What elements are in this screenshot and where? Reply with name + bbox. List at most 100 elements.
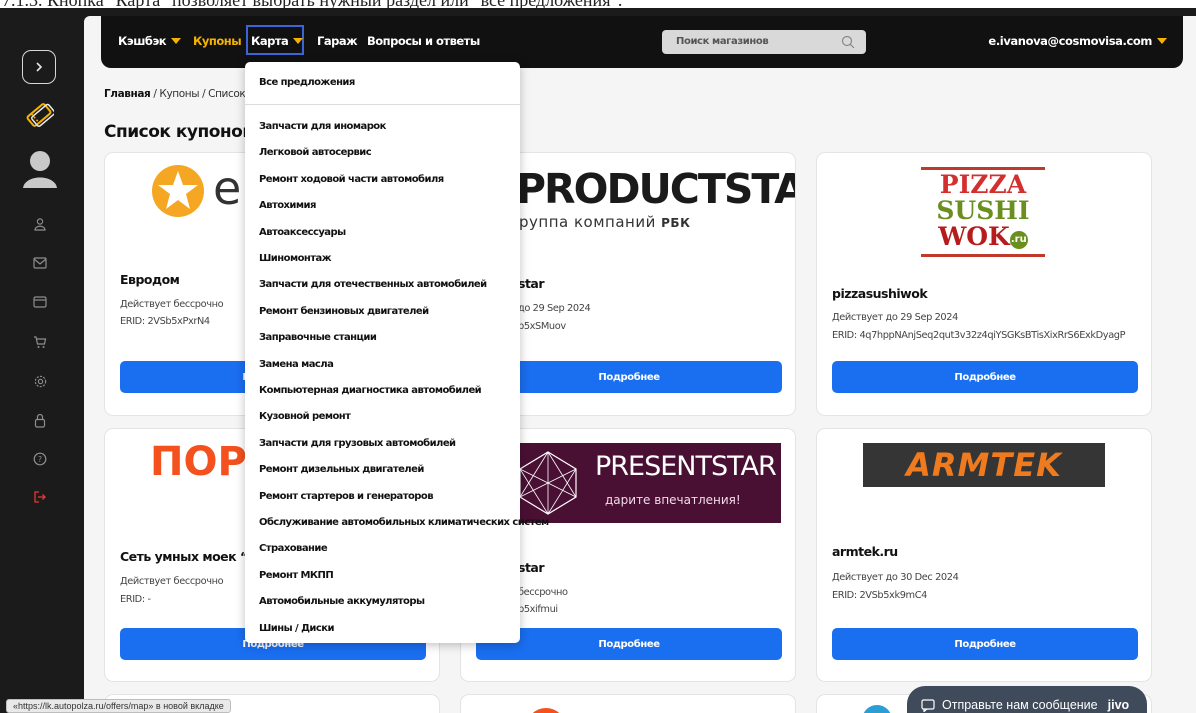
mail-icon[interactable] bbox=[30, 253, 50, 273]
productstar-logo-rbk: РБК bbox=[661, 216, 691, 230]
page-title: Список купонов bbox=[104, 122, 253, 142]
dropdown-category-item[interactable]: Страхование bbox=[259, 543, 328, 554]
pizzasushiwok-logo: PIZZA SUSHI WOK.ru bbox=[921, 167, 1045, 257]
dropdown-category-item[interactable]: Автохимия bbox=[259, 200, 316, 211]
card-erid: b5xifmui bbox=[518, 604, 558, 615]
dropdown-category-item[interactable]: Автомобильные аккумуляторы bbox=[259, 596, 425, 607]
card-validity: Действует бессрочно bbox=[120, 576, 224, 587]
card-erid: ERID: 4q7hppNAnjSeq2qut3v32z4qiYSGKsBTis… bbox=[832, 330, 1126, 341]
top-navigation-bar: Кэшбэк Купоны Карта Гараж Вопросы и отве… bbox=[101, 16, 1183, 68]
coupon-card bbox=[461, 695, 795, 713]
profile-icon[interactable] bbox=[30, 214, 50, 234]
dropdown-category-item[interactable]: Ремонт ходовой части автомобиля bbox=[259, 174, 444, 185]
logo-line-wok: WOK bbox=[938, 222, 1010, 251]
nav-faq[interactable]: Вопросы и ответы bbox=[367, 34, 480, 48]
chevron-down-icon bbox=[171, 38, 182, 44]
lock-icon[interactable] bbox=[30, 410, 50, 430]
card-erid: ERID: - bbox=[120, 594, 151, 605]
jivo-logo: jivo bbox=[1107, 698, 1130, 712]
partial-logo bbox=[862, 705, 892, 713]
dropdown-category-item[interactable]: Обслуживание автомобильных климатических… bbox=[259, 517, 549, 528]
card-name: star bbox=[518, 560, 545, 575]
breadcrumb: Главная / Купоны / Список bbox=[104, 88, 246, 100]
dropdown-category-item[interactable]: Замена масла bbox=[259, 359, 334, 370]
partial-logo bbox=[526, 708, 566, 713]
details-button[interactable]: Подробнее bbox=[832, 361, 1138, 393]
chat-icon bbox=[921, 699, 935, 712]
svg-text:?: ? bbox=[38, 455, 42, 464]
coupon-card: PIZZA SUSHI WOK.ru pizzasushiwok Действу… bbox=[817, 153, 1151, 415]
chevron-down-icon bbox=[1157, 38, 1167, 44]
coupon-card: ARMTEK armtek.ru Действует до 30 Dec 202… bbox=[817, 429, 1151, 681]
nav-cashback[interactable]: Кэшбэк bbox=[118, 34, 182, 48]
details-button[interactable]: Подробнее bbox=[476, 628, 782, 660]
presentstar-logo: PRESENTSTAR дарите впечатления! bbox=[509, 443, 781, 523]
dropdown-category-item[interactable]: Ремонт МКПП bbox=[259, 570, 334, 581]
coupon-logo-icon[interactable] bbox=[24, 100, 54, 130]
nav-map-label: Карта bbox=[251, 34, 289, 48]
logo-line-pizza: PIZZA bbox=[939, 170, 1027, 199]
dropdown-category-item[interactable]: Запчасти для грузовых автомобилей bbox=[259, 438, 456, 449]
dropdown-divider bbox=[245, 104, 520, 105]
card-erid: ERID: 2VSb5xPxrN4 bbox=[120, 316, 210, 327]
productstar-logo-subtitle: руппа компаний РБК bbox=[519, 213, 690, 231]
nav-map[interactable]: Карта bbox=[251, 34, 304, 48]
card-name: pizzasushiwok bbox=[832, 286, 928, 301]
cart-icon[interactable] bbox=[30, 332, 50, 352]
card-name: armtek.ru bbox=[832, 544, 898, 559]
nav-cashback-label: Кэшбэк bbox=[118, 34, 167, 48]
armtek-logo-text: ARMTEK bbox=[906, 446, 1062, 484]
dropdown-category-item[interactable]: Заправочные станции bbox=[259, 332, 377, 343]
user-menu[interactable]: e.ivanova@cosmovisa.com bbox=[988, 34, 1167, 48]
search-placeholder: Поиск магазинов bbox=[676, 36, 769, 47]
dropdown-category-item[interactable]: Автоаксессуары bbox=[259, 227, 346, 238]
card-validity: до 29 Sep 2024 bbox=[518, 303, 591, 314]
document-caption: 7.1.3. Кнопка "Карта" позволяет выбрать … bbox=[0, 0, 1196, 8]
nav-coupons[interactable]: Купоны bbox=[193, 34, 242, 48]
avatar[interactable] bbox=[21, 148, 59, 190]
dropdown-category-item[interactable]: Ремонт дизельных двигателей bbox=[259, 464, 424, 475]
dropdown-category-item[interactable]: Запчасти для иномарок bbox=[259, 121, 386, 132]
breadcrumb-coupons[interactable]: Купоны bbox=[159, 88, 199, 100]
nav-garage[interactable]: Гараж bbox=[317, 34, 358, 48]
card-icon[interactable] bbox=[30, 292, 50, 312]
card-erid: b5xSMuov bbox=[518, 321, 566, 332]
breadcrumb-home[interactable]: Главная bbox=[104, 88, 151, 100]
breadcrumb-separator: / bbox=[199, 88, 209, 100]
dropdown-category-item[interactable]: Ремонт стартеров и генераторов bbox=[259, 491, 434, 502]
evrodom-logo bbox=[152, 165, 204, 217]
details-button[interactable]: Подробнее bbox=[832, 628, 1138, 660]
dropdown-category-item[interactable]: Компьютерная диагностика автомобилей bbox=[259, 385, 482, 396]
chevron-right-icon bbox=[36, 62, 43, 72]
dropdown-item-all-offers[interactable]: Все предложения bbox=[259, 77, 355, 88]
dropdown-category-item[interactable]: Запчасти для отечественных автомобилей bbox=[259, 279, 487, 290]
chevron-down-icon bbox=[293, 38, 304, 44]
dropdown-category-item[interactable]: Кузовной ремонт bbox=[259, 411, 351, 422]
search-icon[interactable] bbox=[840, 34, 856, 50]
logo-ru-badge: .ru bbox=[1009, 231, 1028, 249]
search-input[interactable]: Поиск магазинов bbox=[662, 30, 866, 54]
sidebar-toggle-button[interactable] bbox=[22, 50, 56, 84]
productstar-logo-text: PRODUCTSTAR bbox=[516, 165, 795, 213]
map-dropdown-menu: Все предложения Запчасти для иномарок Лег… bbox=[245, 62, 549, 643]
car-wash-logo-text: ПОР bbox=[150, 439, 247, 485]
dropdown-category-item[interactable]: Шины / Диски bbox=[259, 623, 335, 634]
armtek-logo: ARMTEK bbox=[863, 443, 1105, 487]
presentstar-logo-text: PRESENTSTAR bbox=[595, 451, 777, 482]
productstar-logo-sub: руппа компаний bbox=[519, 213, 656, 231]
card-erid: ERID: 2VSb5xk9mC4 bbox=[832, 590, 927, 601]
chat-widget-label: Отправьте нам сообщение bbox=[942, 698, 1098, 712]
card-name: Евродом bbox=[120, 272, 180, 287]
dropdown-category-item[interactable]: Легковой автосервис bbox=[259, 147, 372, 158]
chat-widget[interactable]: Отправьте нам сообщение jivo bbox=[907, 686, 1147, 713]
settings-icon[interactable] bbox=[30, 371, 50, 391]
dropdown-category-item[interactable]: Ремонт бензиновых двигателей bbox=[259, 306, 429, 317]
details-button[interactable]: Подробнее bbox=[476, 361, 782, 393]
card-name: star bbox=[518, 276, 545, 291]
user-email: e.ivanova@cosmovisa.com bbox=[988, 34, 1152, 48]
dropdown-category-item[interactable]: Шиномонтаж bbox=[259, 253, 332, 264]
help-icon[interactable]: ? bbox=[30, 449, 50, 469]
card-validity: Действует до 30 Dec 2024 bbox=[832, 572, 959, 583]
app-frame: ? Кэшбэк Купоны Карта Гараж Вопросы и от… bbox=[0, 8, 1196, 713]
logout-icon[interactable] bbox=[30, 487, 50, 507]
